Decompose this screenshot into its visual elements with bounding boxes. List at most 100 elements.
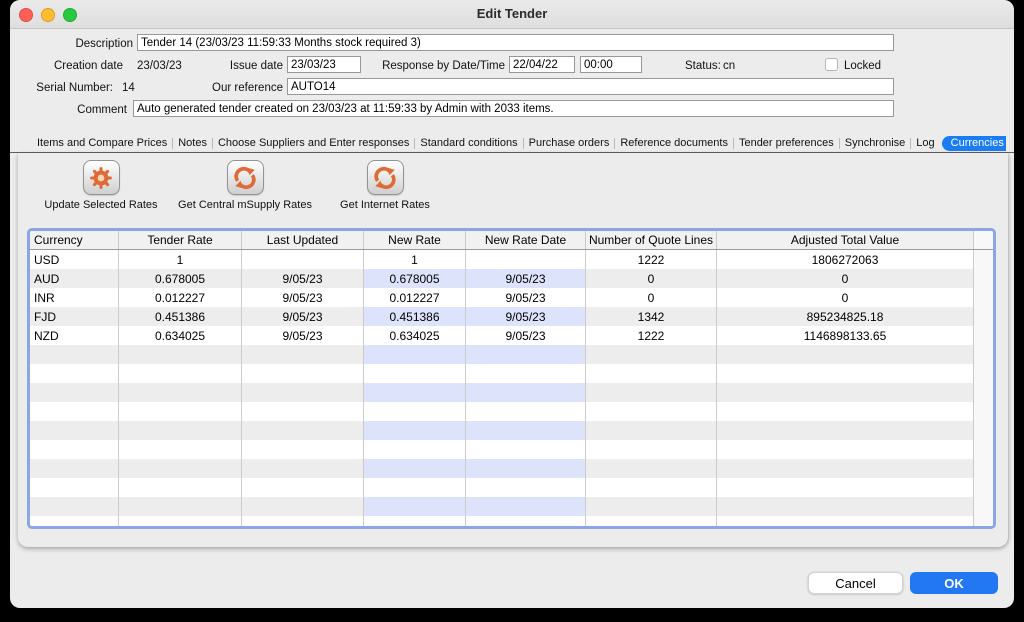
locked-checkbox[interactable] bbox=[825, 58, 838, 71]
table-cell: 0.634025 bbox=[119, 326, 242, 345]
table-scroll-gutter bbox=[974, 250, 993, 269]
column-header[interactable]: New Rate bbox=[364, 231, 466, 249]
table-cell[interactable] bbox=[466, 421, 586, 440]
tab-tender-preferences[interactable]: Tender preferences bbox=[735, 136, 838, 150]
tab-synchronise[interactable]: Synchronise bbox=[841, 136, 910, 150]
ok-button[interactable]: OK bbox=[910, 572, 998, 594]
column-header[interactable]: Number of Quote Lines bbox=[586, 231, 717, 249]
table-row[interactable] bbox=[30, 497, 993, 516]
table-cell[interactable] bbox=[466, 364, 586, 383]
comment-input[interactable] bbox=[133, 100, 894, 117]
table-cell[interactable] bbox=[466, 516, 586, 529]
description-input[interactable] bbox=[137, 34, 894, 51]
column-header[interactable]: Last Updated bbox=[242, 231, 364, 249]
table-cell[interactable]: 0.634025 bbox=[364, 326, 466, 345]
table-cell[interactable] bbox=[364, 421, 466, 440]
table-row[interactable]: NZD0.6340259/05/230.6340259/05/231222114… bbox=[30, 326, 993, 345]
zoom-icon[interactable] bbox=[63, 8, 77, 22]
get-internet-rates-button[interactable]: Get Internet Rates bbox=[330, 160, 440, 211]
table-cell[interactable] bbox=[466, 440, 586, 459]
window-title: Edit Tender bbox=[10, 0, 1014, 28]
table-cell: 1222 bbox=[586, 250, 717, 269]
tab-reference-documents[interactable]: Reference documents bbox=[616, 136, 732, 150]
table-cell[interactable]: 0.012227 bbox=[364, 288, 466, 307]
table-cell bbox=[30, 459, 119, 478]
table-cell[interactable] bbox=[364, 402, 466, 421]
cancel-button[interactable]: Cancel bbox=[808, 572, 903, 594]
table-header: CurrencyTender RateLast UpdatedNew RateN… bbox=[30, 231, 993, 250]
response-date-input[interactable] bbox=[509, 56, 575, 73]
tab-standard-conditions[interactable]: Standard conditions bbox=[416, 136, 521, 150]
table-cell[interactable] bbox=[364, 440, 466, 459]
table-cell[interactable] bbox=[466, 478, 586, 497]
table-row[interactable]: USD1112221806272063 bbox=[30, 250, 993, 269]
table-cell bbox=[586, 345, 717, 364]
table-row[interactable] bbox=[30, 402, 993, 421]
column-header[interactable]: Currency bbox=[30, 231, 119, 249]
tab-log[interactable]: Log bbox=[912, 136, 938, 150]
table-cell[interactable] bbox=[364, 459, 466, 478]
tab-notes[interactable]: Notes bbox=[174, 136, 211, 150]
table-cell[interactable] bbox=[466, 383, 586, 402]
table-row[interactable] bbox=[30, 478, 993, 497]
edit-tender-window: Edit Tender Description Creation date 23… bbox=[10, 0, 1014, 608]
table-cell[interactable]: 0.678005 bbox=[364, 269, 466, 288]
internet-rates-button-face[interactable] bbox=[367, 160, 404, 195]
table-cell[interactable] bbox=[364, 364, 466, 383]
table-row[interactable]: INR0.0122279/05/230.0122279/05/2300 bbox=[30, 288, 993, 307]
table-cell[interactable] bbox=[364, 383, 466, 402]
our-reference-input[interactable] bbox=[287, 78, 894, 95]
close-icon[interactable] bbox=[19, 8, 33, 22]
table-cell bbox=[119, 478, 242, 497]
table-row[interactable] bbox=[30, 383, 993, 402]
table-row[interactable]: AUD0.6780059/05/230.6780059/05/2300 bbox=[30, 269, 993, 288]
table-cell[interactable] bbox=[466, 402, 586, 421]
title-bar: Edit Tender bbox=[10, 0, 1014, 29]
tab-items-and-compare-prices[interactable]: Items and Compare Prices bbox=[33, 136, 171, 150]
tab-currencies[interactable]: Currencies bbox=[942, 136, 1006, 151]
table-row[interactable] bbox=[30, 345, 993, 364]
table-cell bbox=[586, 364, 717, 383]
table-row[interactable]: FJD0.4513869/05/230.4513869/05/231342895… bbox=[30, 307, 993, 326]
table-cell bbox=[30, 440, 119, 459]
table-cell[interactable]: 9/05/23 bbox=[466, 307, 586, 326]
table-scroll-gutter bbox=[974, 402, 993, 421]
table-cell[interactable] bbox=[466, 345, 586, 364]
minimize-icon[interactable] bbox=[41, 8, 55, 22]
table-row[interactable] bbox=[30, 421, 993, 440]
table-row[interactable] bbox=[30, 364, 993, 383]
locked-label: Locked bbox=[844, 60, 881, 72]
table-row[interactable] bbox=[30, 459, 993, 478]
table-cell: 0 bbox=[586, 288, 717, 307]
table-cell bbox=[717, 402, 974, 421]
column-header[interactable]: Adjusted Total Value bbox=[717, 231, 974, 249]
table-cell[interactable]: 9/05/23 bbox=[466, 288, 586, 307]
update-rates-button-face[interactable] bbox=[83, 160, 120, 195]
tab-choose-suppliers-and-enter-responses[interactable]: Choose Suppliers and Enter responses bbox=[214, 136, 413, 150]
table-cell[interactable]: 9/05/23 bbox=[466, 326, 586, 345]
table-row[interactable] bbox=[30, 516, 993, 529]
table-cell[interactable]: 0.451386 bbox=[364, 307, 466, 326]
table-cell[interactable] bbox=[466, 250, 586, 269]
table-scroll-gutter bbox=[974, 269, 993, 288]
tab-purchase-orders[interactable]: Purchase orders bbox=[525, 136, 614, 150]
column-header[interactable]: New Rate Date bbox=[466, 231, 586, 249]
table-cell[interactable] bbox=[364, 478, 466, 497]
column-header[interactable]: Tender Rate bbox=[119, 231, 242, 249]
sync-icon bbox=[372, 165, 398, 191]
table-cell[interactable] bbox=[466, 497, 586, 516]
table-cell[interactable] bbox=[364, 516, 466, 529]
serial-number-value: 14 bbox=[122, 82, 135, 94]
response-time-input[interactable] bbox=[580, 56, 642, 73]
table-cell[interactable]: 9/05/23 bbox=[466, 269, 586, 288]
central-rates-button-face[interactable] bbox=[227, 160, 264, 195]
table-row[interactable] bbox=[30, 440, 993, 459]
get-central-msupply-rates-button[interactable]: Get Central mSupply Rates bbox=[167, 160, 323, 211]
table-cell[interactable] bbox=[364, 345, 466, 364]
table-cell[interactable] bbox=[364, 497, 466, 516]
table-cell bbox=[586, 516, 717, 529]
table-cell bbox=[586, 478, 717, 497]
update-selected-rates-button[interactable]: Update Selected Rates bbox=[38, 160, 164, 211]
table-cell[interactable]: 1 bbox=[364, 250, 466, 269]
table-cell[interactable] bbox=[466, 459, 586, 478]
